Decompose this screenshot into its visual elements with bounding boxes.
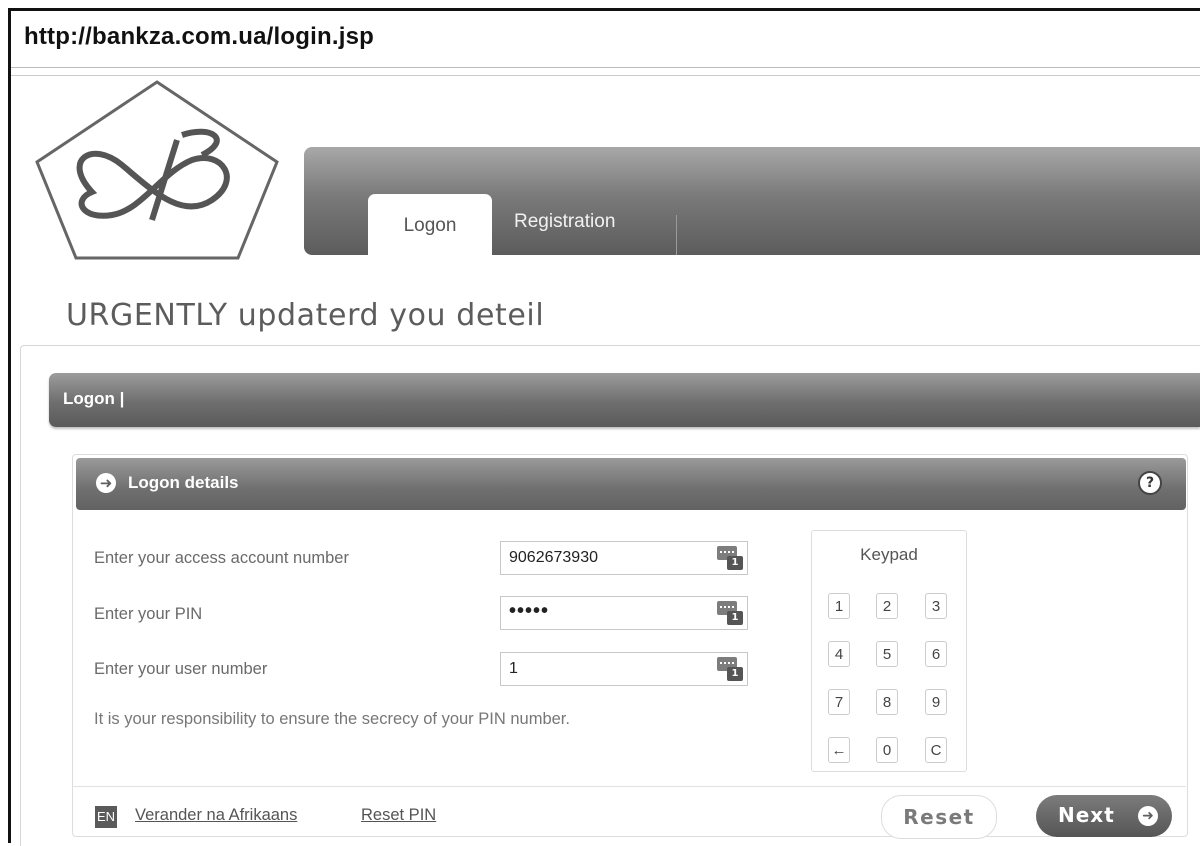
afrikaans-link[interactable]: Verander na Afrikaans: [135, 806, 297, 825]
help-icon[interactable]: ?: [1138, 471, 1162, 495]
next-button-label: Next: [1058, 803, 1115, 827]
keypad-key[interactable]: 6: [925, 641, 947, 667]
address-bar[interactable]: http://bankza.com.ua/login.jsp: [11, 11, 1200, 68]
keypad-key[interactable]: 7: [828, 689, 850, 715]
bank-logo-icon: [35, 80, 279, 260]
keypad-backspace-key[interactable]: ←: [828, 737, 850, 763]
divider: [11, 75, 1200, 76]
user-number-label: Enter your user number: [94, 660, 268, 678]
keypad-key[interactable]: 8: [876, 689, 898, 715]
account-number-value: 9062673930: [509, 549, 598, 566]
tab-logon[interactable]: Logon: [368, 194, 492, 255]
logon-panel: [72, 454, 1188, 837]
keypad-key[interactable]: 1: [828, 593, 850, 619]
panel-header: ➜ Logon details ?: [76, 458, 1186, 510]
keypad-clear-key[interactable]: C: [925, 737, 947, 763]
keypad-key[interactable]: 4: [828, 641, 850, 667]
account-number-label: Enter your access account number: [94, 549, 349, 567]
keypad-key[interactable]: 9: [925, 689, 947, 715]
pin-value: •••••: [509, 600, 550, 622]
keypad-key[interactable]: 0: [876, 737, 898, 763]
tab-registration[interactable]: Registration: [514, 211, 615, 233]
pin-field[interactable]: ••••• 1: [500, 596, 748, 630]
keypad: Keypad 1 2 3 4 5 6 7 8 9 ← 0 C: [811, 530, 967, 772]
tab-separator: [676, 215, 677, 255]
keyboard-icon[interactable]: 1: [717, 601, 743, 625]
language-badge: EN: [95, 806, 117, 828]
arrow-circle-right-icon: ➜: [1138, 806, 1158, 826]
panel-title: Logon details: [128, 473, 239, 492]
keypad-key[interactable]: 5: [876, 641, 898, 667]
reset-button[interactable]: Reset: [881, 795, 997, 839]
next-button[interactable]: Next ➜: [1036, 795, 1172, 837]
user-number-field[interactable]: 1 1: [500, 652, 748, 686]
footer-divider: [72, 786, 1186, 787]
pin-secrecy-notice: It is your responsibility to ensure the …: [94, 710, 570, 728]
url-text: http://bankza.com.ua/login.jsp: [24, 23, 375, 50]
keypad-title: Keypad: [860, 545, 918, 564]
page-title: URGENTLY updaterd you deteil: [66, 298, 545, 333]
keypad-key[interactable]: 2: [876, 593, 898, 619]
section-bar: Logon |: [49, 373, 1200, 427]
keyboard-icon[interactable]: 1: [717, 657, 743, 681]
account-number-field[interactable]: 9062673930 1: [500, 541, 748, 575]
keypad-key[interactable]: 3: [925, 593, 947, 619]
pin-label: Enter your PIN: [94, 605, 203, 623]
reset-pin-link[interactable]: Reset PIN: [361, 806, 436, 825]
keyboard-icon[interactable]: 1: [717, 546, 743, 570]
user-number-value: 1: [509, 660, 518, 677]
arrow-circle-right-icon: ➜: [96, 473, 116, 493]
section-title: Logon |: [63, 389, 125, 408]
